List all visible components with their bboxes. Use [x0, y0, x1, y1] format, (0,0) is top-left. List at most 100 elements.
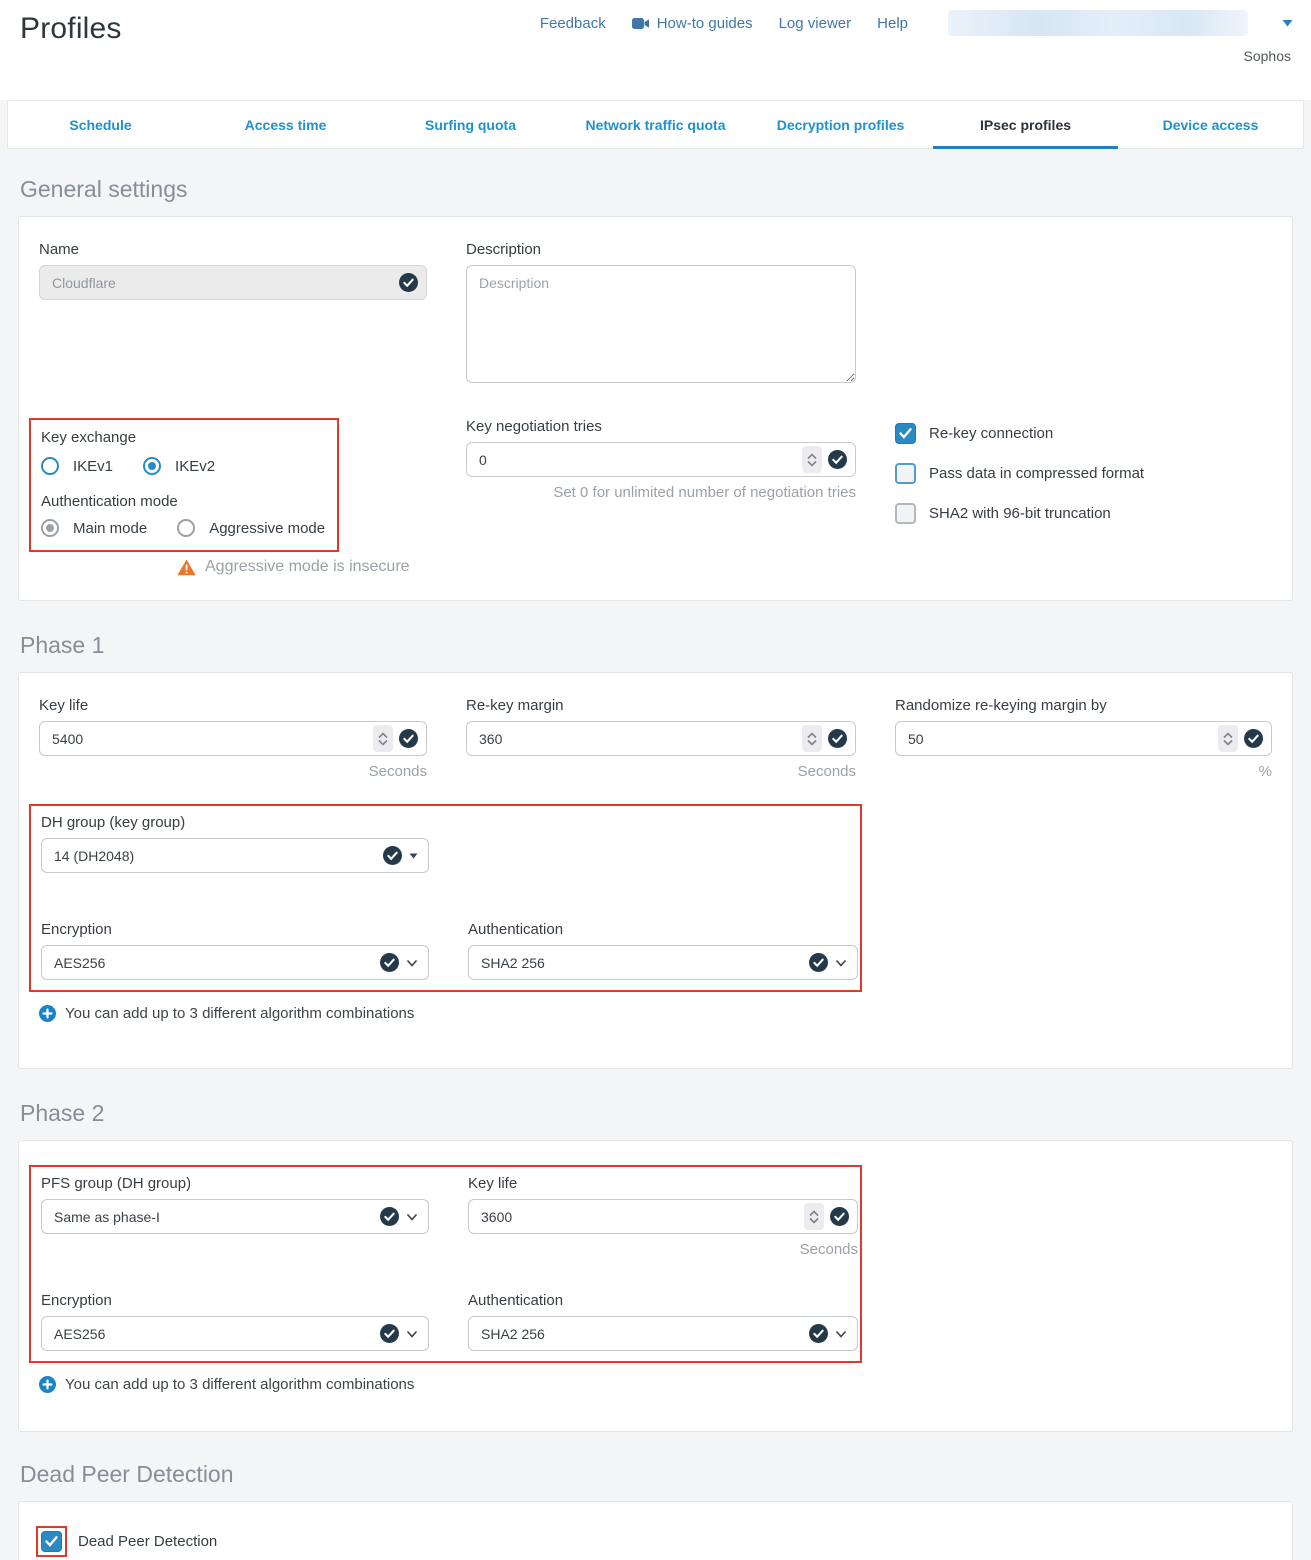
tab-decryption-profiles[interactable]: Decryption profiles — [748, 101, 933, 148]
plus-circle-icon[interactable] — [39, 1005, 56, 1022]
radio-ikev1[interactable] — [41, 457, 59, 475]
p1-randomize-label: Randomize re-keying margin by — [895, 697, 1272, 714]
p1-randomize-field — [895, 721, 1272, 756]
p2-pfs-group-select[interactable]: Same as phase-I — [41, 1199, 429, 1234]
phase1-heading: Phase 1 — [20, 632, 1293, 659]
annotation-box-dpd-checkbox — [36, 1526, 67, 1557]
valid-check-icon — [399, 729, 418, 748]
valid-check-icon — [383, 846, 402, 865]
p1-key-life-label: Key life — [39, 697, 427, 714]
key-negotiation-field — [466, 442, 856, 477]
name-input — [52, 275, 393, 291]
stepper-arrows[interactable] — [804, 1203, 824, 1230]
log-viewer-link[interactable]: Log viewer — [779, 15, 852, 32]
valid-check-icon — [809, 953, 828, 972]
p1-authentication-label: Authentication — [468, 921, 858, 938]
p2-add-combination-note: You can add up to 3 different algorithm … — [65, 1376, 414, 1393]
p1-key-life-unit: Seconds — [39, 763, 427, 780]
tab-bar: Schedule Access time Surfing quota Netwo… — [7, 100, 1304, 149]
account-name-redacted[interactable] — [948, 10, 1248, 36]
p2-authentication-label: Authentication — [468, 1292, 858, 1309]
tab-access-time[interactable]: Access time — [193, 101, 378, 148]
radio-ikev2-label: IKEv2 — [175, 458, 215, 475]
rekey-connection-checkbox[interactable] — [895, 423, 916, 444]
stepper-arrows[interactable] — [373, 725, 393, 752]
p2-authentication-select[interactable]: SHA2 256 — [468, 1316, 858, 1351]
tab-schedule[interactable]: Schedule — [8, 101, 193, 148]
p1-authentication-select[interactable]: SHA2 256 — [468, 945, 858, 980]
sha2-truncation-label: SHA2 with 96-bit truncation — [929, 505, 1111, 522]
p1-key-life-input[interactable] — [52, 731, 367, 747]
valid-check-icon — [380, 1324, 399, 1343]
key-negotiation-helper: Set 0 for unlimited number of negotiatio… — [466, 484, 856, 501]
page-title: Profiles — [20, 12, 122, 100]
p1-dh-group-label: DH group (key group) — [41, 814, 429, 831]
tab-network-traffic-quota[interactable]: Network traffic quota — [563, 101, 748, 148]
valid-check-icon — [380, 1207, 399, 1226]
feedback-link[interactable]: Feedback — [540, 15, 606, 32]
phase2-card: PFS group (DH group) Same as phase-I Key… — [18, 1140, 1293, 1432]
p1-rekey-margin-unit: Seconds — [466, 763, 856, 780]
p1-randomize-input[interactable] — [908, 731, 1212, 747]
valid-check-icon — [828, 450, 847, 469]
sha2-truncation-checkbox[interactable] — [895, 503, 916, 524]
p1-dh-group-select[interactable]: 14 (DH2048) — [41, 838, 429, 873]
p1-add-combination-note: You can add up to 3 different algorithm … — [65, 1005, 414, 1022]
chevron-down-icon — [406, 1213, 418, 1221]
p1-rekey-margin-field — [466, 721, 856, 756]
general-settings-heading: General settings — [20, 176, 1293, 203]
valid-check-icon — [809, 1324, 828, 1343]
p1-rekey-margin-label: Re-key margin — [466, 697, 856, 714]
p2-encryption-select[interactable]: AES256 — [41, 1316, 429, 1351]
stepper-arrows[interactable] — [802, 446, 822, 473]
p2-pfs-group-label: PFS group (DH group) — [41, 1175, 429, 1192]
chevron-down-icon — [406, 959, 418, 967]
p1-key-life-field — [39, 721, 427, 756]
p2-encryption-label: Encryption — [41, 1292, 429, 1309]
stepper-arrows[interactable] — [802, 725, 822, 752]
dpd-enable-checkbox[interactable] — [41, 1531, 62, 1552]
page-header: Profiles Feedback How-to guides Log view… — [0, 0, 1311, 100]
help-link[interactable]: Help — [877, 15, 908, 32]
p1-rekey-margin-input[interactable] — [479, 731, 796, 747]
key-negotiation-input[interactable] — [479, 452, 796, 468]
brand-label: Sophos — [1244, 48, 1291, 64]
p1-encryption-select[interactable]: AES256 — [41, 945, 429, 980]
sha2-truncation-row[interactable]: SHA2 with 96-bit truncation — [895, 503, 1272, 524]
compressed-format-row[interactable]: Pass data in compressed format — [895, 463, 1272, 484]
p2-key-life-input[interactable] — [481, 1209, 798, 1225]
auth-mode-label: Authentication mode — [41, 493, 325, 510]
rekey-connection-label: Re-key connection — [929, 425, 1053, 442]
key-negotiation-label: Key negotiation tries — [466, 418, 856, 435]
plus-circle-icon[interactable] — [39, 1376, 56, 1393]
account-dropdown-caret-icon[interactable] — [1282, 19, 1293, 27]
compressed-format-checkbox[interactable] — [895, 463, 916, 484]
tab-device-access[interactable]: Device access — [1118, 101, 1303, 148]
radio-ikev1-label: IKEv1 — [73, 458, 113, 475]
radio-ikev2[interactable] — [143, 457, 161, 475]
video-camera-icon — [632, 17, 650, 30]
rekey-connection-row[interactable]: Re-key connection — [895, 423, 1272, 444]
howto-guides-link[interactable]: How-to guides — [632, 15, 753, 32]
radio-main-mode[interactable] — [41, 519, 59, 537]
phase2-heading: Phase 2 — [20, 1100, 1293, 1127]
valid-check-icon — [828, 729, 847, 748]
p2-key-life-unit: Seconds — [468, 1241, 858, 1258]
valid-check-icon — [830, 1207, 849, 1226]
radio-aggressive-mode-label: Aggressive mode — [209, 520, 325, 537]
p1-add-combination-row[interactable]: You can add up to 3 different algorithm … — [39, 1005, 1272, 1022]
name-field — [39, 265, 427, 300]
dropdown-triangle-icon — [409, 853, 418, 859]
radio-main-mode-label: Main mode — [73, 520, 147, 537]
valid-check-icon — [380, 953, 399, 972]
stepper-arrows[interactable] — [1218, 725, 1238, 752]
tab-surfing-quota[interactable]: Surfing quota — [378, 101, 563, 148]
p2-add-combination-row[interactable]: You can add up to 3 different algorithm … — [39, 1376, 1272, 1393]
phase1-card: Key life Seconds Re-key margin — [18, 672, 1293, 1069]
radio-aggressive-mode[interactable] — [177, 519, 195, 537]
tab-ipsec-profiles[interactable]: IPsec profiles — [933, 101, 1118, 148]
p1-encryption-label: Encryption — [41, 921, 429, 938]
chevron-down-icon — [835, 959, 847, 967]
annotation-box-phase2-algorithms: PFS group (DH group) Same as phase-I Key… — [29, 1165, 862, 1363]
description-textarea[interactable] — [466, 265, 856, 383]
